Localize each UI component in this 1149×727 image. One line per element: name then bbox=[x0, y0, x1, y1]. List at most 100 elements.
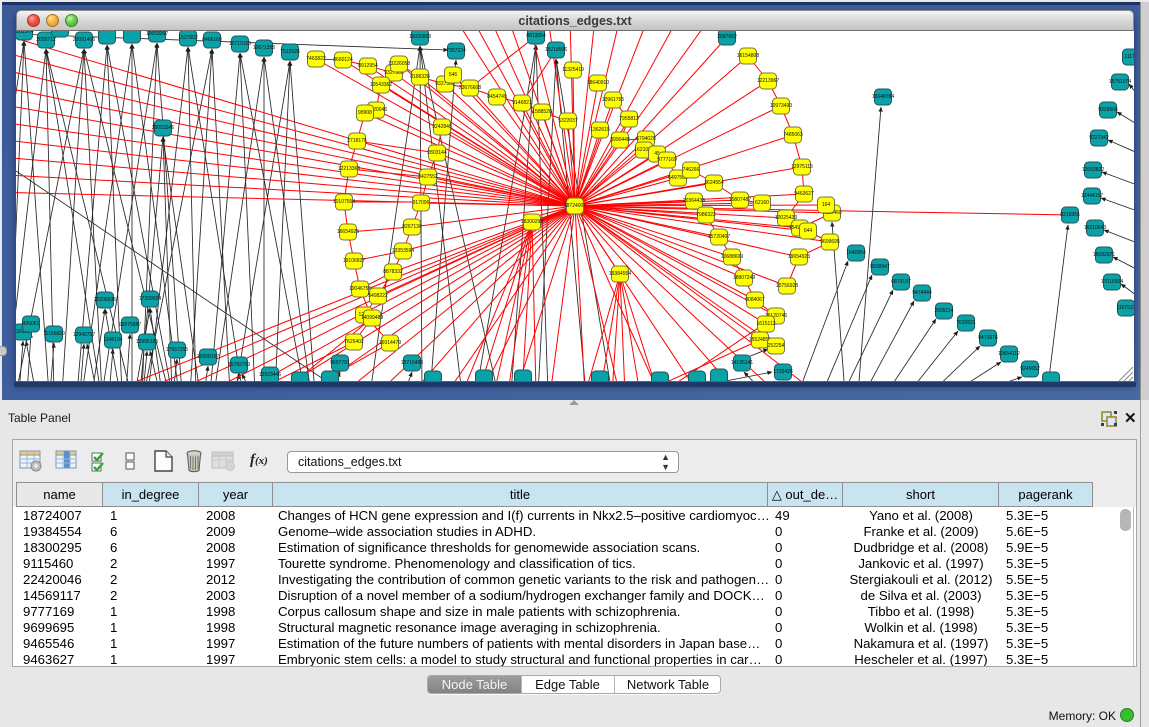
svg-text:7632621: 7632621 bbox=[956, 320, 976, 326]
svg-text:20053346: 20053346 bbox=[152, 125, 174, 131]
svg-text:62160: 62160 bbox=[755, 200, 769, 206]
svg-text:6879197: 6879197 bbox=[891, 279, 911, 285]
svg-text:2055712: 2055712 bbox=[36, 37, 56, 43]
svg-text:23676608: 23676608 bbox=[459, 85, 481, 91]
svg-text:252254: 252254 bbox=[768, 343, 785, 349]
svg-text:17016504: 17016504 bbox=[1101, 279, 1123, 285]
svg-text:15692971: 15692971 bbox=[1093, 252, 1115, 258]
svg-text:1145194: 1145194 bbox=[103, 337, 122, 343]
svg-text:19654923: 19654923 bbox=[788, 254, 810, 260]
svg-text:99975887: 99975887 bbox=[119, 322, 141, 328]
svg-text:15751074: 15751074 bbox=[1109, 79, 1131, 85]
svg-text:18300295: 18300295 bbox=[521, 219, 543, 225]
svg-text:20091406: 20091406 bbox=[73, 37, 95, 43]
svg-text:10107554: 10107554 bbox=[333, 199, 355, 205]
svg-text:10756928: 10756928 bbox=[776, 283, 798, 289]
svg-text:8454749: 8454749 bbox=[487, 94, 507, 100]
svg-text:10688609: 10688609 bbox=[721, 254, 743, 260]
svg-text:13226058: 13226058 bbox=[388, 61, 410, 67]
svg-text:9245652: 9245652 bbox=[1020, 366, 1040, 372]
svg-text:8938947: 8938947 bbox=[870, 264, 890, 270]
svg-text:1811974: 1811974 bbox=[16, 31, 34, 35]
svg-text:9242848: 9242848 bbox=[432, 124, 452, 130]
svg-text:20206536: 20206536 bbox=[94, 297, 116, 303]
svg-text:11325419: 11325419 bbox=[562, 67, 584, 73]
svg-text:16914479: 16914479 bbox=[379, 340, 401, 346]
svg-text:19218506: 19218506 bbox=[545, 47, 567, 53]
svg-text:435061: 435061 bbox=[23, 321, 40, 327]
svg-text:11174: 11174 bbox=[1124, 54, 1134, 60]
svg-text:15720407: 15720407 bbox=[708, 234, 730, 240]
svg-text:15716485: 15716485 bbox=[401, 360, 423, 366]
svg-text:644: 644 bbox=[804, 228, 813, 234]
svg-text:12923446: 12923446 bbox=[259, 372, 281, 378]
svg-text:7485063: 7485063 bbox=[783, 132, 803, 138]
svg-text:12093822: 12093822 bbox=[1082, 167, 1104, 173]
svg-text:7986322: 7986322 bbox=[696, 212, 716, 218]
svg-text:9329966: 9329966 bbox=[1098, 107, 1118, 113]
svg-text:8267130: 8267130 bbox=[402, 224, 422, 230]
svg-text:9146821: 9146821 bbox=[512, 100, 532, 106]
svg-text:12213967: 12213967 bbox=[757, 78, 779, 84]
svg-text:8186328: 8186328 bbox=[410, 74, 430, 80]
svg-text:10046755: 10046755 bbox=[349, 286, 371, 292]
svg-text:10671355: 10671355 bbox=[253, 45, 275, 51]
svg-text:9777169: 9777169 bbox=[657, 157, 677, 163]
svg-text:9084067: 9084067 bbox=[745, 297, 765, 303]
svg-text:8990448: 8990448 bbox=[610, 137, 630, 143]
svg-text:16210643: 16210643 bbox=[1084, 225, 1106, 231]
svg-text:9657791: 9657791 bbox=[330, 360, 350, 366]
svg-text:98908: 98908 bbox=[358, 110, 372, 116]
svg-text:16033809: 16033809 bbox=[409, 34, 431, 40]
svg-text:164: 164 bbox=[822, 202, 831, 208]
svg-text:19384554: 19384554 bbox=[609, 271, 631, 277]
svg-text:17359924: 17359924 bbox=[139, 296, 161, 302]
svg-text:7625402: 7625402 bbox=[344, 339, 364, 345]
svg-text:14136141: 14136141 bbox=[731, 360, 753, 366]
svg-text:746266: 746266 bbox=[683, 167, 700, 173]
svg-text:16154808: 16154808 bbox=[737, 53, 759, 59]
svg-text:8912954: 8912954 bbox=[358, 63, 378, 69]
svg-text:12905185: 12905185 bbox=[136, 339, 158, 345]
svg-text:7955812: 7955812 bbox=[619, 116, 639, 122]
svg-text:2087682: 2087682 bbox=[717, 34, 737, 40]
svg-text:11156829: 11156829 bbox=[43, 331, 65, 337]
svg-text:10958107: 10958107 bbox=[197, 354, 219, 360]
svg-text:2718176: 2718176 bbox=[347, 138, 367, 144]
svg-text:8471676: 8471676 bbox=[978, 335, 998, 341]
svg-text:16654925: 16654925 bbox=[337, 229, 359, 235]
svg-text:20364436: 20364436 bbox=[683, 198, 705, 204]
svg-text:546: 546 bbox=[449, 72, 458, 78]
svg-text:5322037: 5322037 bbox=[558, 118, 578, 124]
svg-text:18724007: 18724007 bbox=[564, 203, 586, 209]
svg-text:1362615: 1362615 bbox=[590, 127, 610, 133]
svg-text:12444157: 12444157 bbox=[1081, 193, 1103, 199]
svg-text:6794028: 6794028 bbox=[636, 136, 656, 142]
svg-text:6466160: 6466160 bbox=[202, 37, 222, 43]
svg-text:18807249: 18807249 bbox=[733, 275, 755, 281]
svg-text:7463822: 7463822 bbox=[306, 56, 326, 62]
svg-text:7357224: 7357224 bbox=[446, 48, 466, 54]
svg-text:13353594: 13353594 bbox=[392, 248, 414, 254]
svg-text:1640954: 1640954 bbox=[846, 250, 866, 256]
svg-text:1588520: 1588520 bbox=[532, 109, 552, 115]
svg-text:12942757: 12942757 bbox=[73, 332, 95, 338]
svg-text:2803144: 2803144 bbox=[427, 150, 447, 156]
svg-text:7515526: 7515526 bbox=[280, 49, 300, 55]
svg-text:8427552: 8427552 bbox=[418, 174, 438, 180]
svg-text:14099489: 14099489 bbox=[361, 315, 383, 321]
svg-text:8813054: 8813054 bbox=[526, 33, 546, 39]
svg-text:9463627: 9463627 bbox=[794, 191, 814, 197]
svg-text:8878332: 8878332 bbox=[383, 269, 403, 275]
svg-text:10719155: 10719155 bbox=[229, 41, 251, 47]
svg-text:9227342: 9227342 bbox=[1089, 135, 1109, 141]
svg-text:1733426: 1733426 bbox=[773, 369, 793, 375]
svg-text:9474444: 9474444 bbox=[912, 290, 932, 296]
svg-text:19106827: 19106827 bbox=[343, 258, 365, 264]
svg-text:917006: 917006 bbox=[413, 200, 430, 206]
svg-text:10543362: 10543362 bbox=[370, 82, 392, 88]
svg-text:10973493: 10973493 bbox=[770, 103, 792, 109]
svg-text:3624554: 3624554 bbox=[704, 180, 724, 186]
svg-text:10654112: 10654112 bbox=[998, 351, 1020, 357]
svg-text:12975115: 12975115 bbox=[791, 164, 813, 170]
